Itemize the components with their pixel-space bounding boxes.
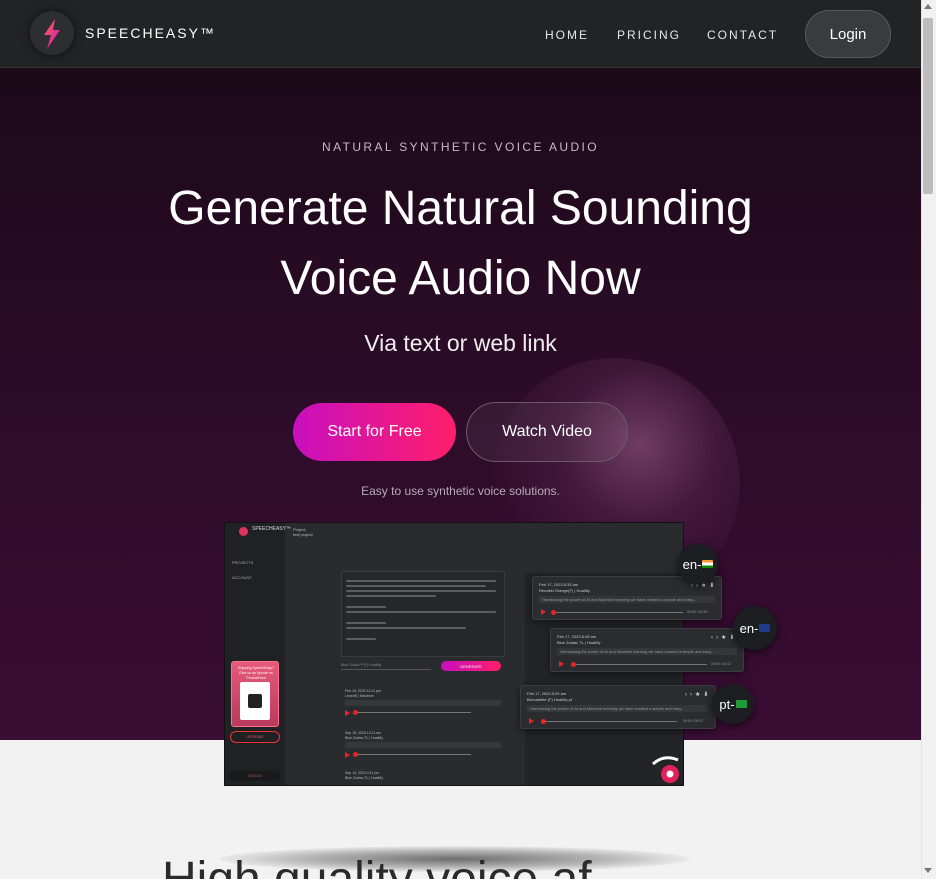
mock-progress-bar — [355, 712, 471, 713]
scrollbar-thumb[interactable] — [923, 18, 933, 194]
section-heading: High quality voice af — [162, 852, 592, 879]
hero-headline: Generate Natural Sounding Voice Audio No… — [0, 174, 921, 314]
hero-tagline: Easy to use synthetic voice solutions. — [361, 484, 560, 498]
logo[interactable] — [30, 11, 74, 55]
mock-text-line — [346, 580, 496, 582]
mock-upgrade-button: UPGRADE — [230, 731, 280, 743]
voice-card-time: 00:00 / 00:17 — [683, 719, 704, 723]
voice-card-progress[interactable] — [553, 612, 683, 613]
voice-card-time: 00:00 / 00:15 — [687, 610, 708, 614]
australia-flag-icon — [759, 624, 771, 632]
voice-card-voice: Blue Zodiac TL | HoaiMy — [557, 640, 601, 645]
language-badge-pt-br: pt- — [712, 684, 754, 724]
we-are-here-chat-icon[interactable] — [650, 754, 684, 784]
voice-card-voice: Bernadette (F) HoaiMy pt — [527, 697, 572, 702]
mock-sidebar: SPEECHEASY™ PROJECTS ACCOUNT Enjoying Sp… — [225, 523, 291, 785]
scroll-up-arrow-icon[interactable] — [924, 4, 932, 9]
login-button[interactable]: Login — [805, 10, 891, 58]
language-code: en- — [739, 620, 759, 636]
mock-text-line — [346, 638, 376, 640]
voice-card-progress-handle[interactable] — [541, 719, 546, 724]
voice-card-text: Harnessing the power of AI and Machine l… — [527, 705, 707, 712]
mock-text-line — [346, 585, 486, 587]
mock-audio-voice: Blue Zodiac TL | HoaiMy — [345, 776, 384, 780]
voice-sample-card: Feb 17, 2023 8:28 am Blue Zodiac TL | Ho… — [550, 628, 744, 672]
mock-text-line — [346, 622, 386, 624]
play-icon — [345, 710, 350, 716]
mock-logo-icon — [239, 527, 248, 536]
language-code: pt- — [719, 696, 735, 712]
code-icon[interactable]: ‹› — [711, 635, 721, 641]
mock-voice-select: Blue Zodiac™ (F) HoaiMy — [341, 663, 431, 670]
top-navbar: SPEECHEASY™ HOME PRICING CONTACT Login — [0, 0, 921, 68]
voice-card-progress-handle[interactable] — [551, 610, 556, 615]
download-icon[interactable]: ⬇ — [703, 692, 711, 698]
mock-text-line — [346, 595, 436, 597]
mock-audio-item: Sep 14, 2023 4:11 pm Blue Zodiac TL | Ho… — [341, 771, 505, 785]
language-code: en- — [682, 556, 702, 572]
brazil-flag-icon — [735, 700, 747, 708]
mock-audio-text — [345, 742, 501, 748]
mock-progress-bar — [355, 754, 471, 755]
mock-text-line — [346, 606, 386, 608]
mock-project-header: Project test project — [293, 527, 313, 537]
code-icon[interactable]: ‹› — [685, 692, 695, 698]
voice-sample-card: Feb 17, 2023 8:29 am Bernadette (F) Hoai… — [520, 685, 716, 729]
voice-card-time: 00:00 / 00:17 — [711, 662, 732, 666]
download-icon[interactable]: ⬇ — [709, 583, 717, 589]
brand-name[interactable]: SPEECHEASY™ — [85, 25, 216, 41]
mock-text-line — [346, 611, 496, 613]
mock-text-line — [346, 590, 496, 592]
mock-card-title: Enjoying SpeechEasy? Give us an Upvote o… — [238, 666, 274, 680]
voice-card-text: Harnessing the power of AI and Machine l… — [539, 596, 715, 603]
language-badge-en-in: en- — [678, 544, 718, 584]
language-badge-en-au: en- — [733, 606, 777, 650]
mock-card-image — [240, 682, 270, 720]
mock-text-editor — [341, 571, 505, 657]
hero-eyebrow: NATURAL SYNTHETIC VOICE AUDIO — [322, 140, 599, 154]
watch-video-button[interactable]: Watch Video — [466, 402, 628, 462]
mock-brand: SPEECHEASY™ — [252, 526, 291, 532]
voice-card-meta: Feb 17, 2023 8:29 am Bernadette (F) Hoai… — [527, 691, 572, 703]
mock-audio-voice: Blue Zodiac TL | HoaiMy — [345, 736, 384, 740]
play-icon[interactable] — [559, 661, 564, 667]
mock-audio-meta: Sep 15, 2023 12:11 am Blue Zodiac TL | H… — [345, 731, 383, 741]
mock-audio-item: Sep 15, 2023 12:11 am Blue Zodiac TL | H… — [341, 731, 505, 767]
mock-progress-handle — [353, 710, 358, 715]
mock-logout-button: LOGOUT — [230, 771, 280, 781]
mock-producthunt-card: Enjoying SpeechEasy? Give us an Upvote o… — [231, 661, 279, 727]
headline-line-1: Generate Natural Sounding — [168, 182, 753, 235]
nav-contact-link[interactable]: CONTACT — [707, 28, 778, 42]
play-icon[interactable] — [529, 718, 534, 724]
voice-card-actions: ‹›★⬇ — [685, 691, 711, 698]
mock-audio-text — [345, 700, 501, 706]
scroll-down-arrow-icon[interactable] — [924, 868, 932, 873]
start-for-free-button[interactable]: Start for Free — [293, 403, 456, 461]
play-icon — [345, 752, 350, 758]
nav-home-link[interactable]: HOME — [545, 28, 589, 42]
headline-line-2: Voice Audio Now — [280, 252, 641, 305]
voice-card-meta: Feb 17, 2023 8:28 am Blue Zodiac TL | Ho… — [557, 634, 601, 646]
voice-card-text: Harnessing the power of AI and Machine l… — [557, 648, 737, 655]
india-flag-icon — [702, 560, 714, 568]
hero-subheading: Via text or web link — [364, 330, 557, 356]
mock-sidebar-account: ACCOUNT — [232, 575, 252, 580]
mock-audio-voice: LeoedE | Neuenen — [345, 694, 375, 698]
play-icon[interactable] — [541, 609, 546, 615]
mock-progress-handle — [353, 752, 358, 757]
mock-text-line — [346, 627, 466, 629]
mock-audio-meta: Feb 15, 2023 12:11 pm LeoedE | Neuenen — [345, 689, 381, 699]
mock-audio-item: Feb 15, 2023 12:11 pm LeoedE | Neuenen — [341, 689, 505, 725]
voice-card-meta: Feb 17, 2023 8:33 am Rendeki Grange(F) |… — [539, 582, 590, 594]
voice-card-progress[interactable] — [573, 664, 707, 665]
mock-sidebar-projects: PROJECTS — [232, 560, 254, 565]
mock-project-name: test project — [293, 532, 313, 537]
mock-audio-meta: Sep 14, 2023 4:11 pm Blue Zodiac TL | Ho… — [345, 771, 383, 781]
voice-card-progress[interactable] — [543, 721, 677, 722]
voice-card-voice: Rendeki Grange(F) | HoaiMy — [539, 588, 591, 593]
nav-pricing-link[interactable]: PRICING — [617, 28, 681, 42]
mock-generate-button: GENERATE — [441, 661, 501, 671]
lightning-bolt-icon — [44, 19, 60, 49]
voice-card-progress-handle[interactable] — [571, 662, 576, 667]
